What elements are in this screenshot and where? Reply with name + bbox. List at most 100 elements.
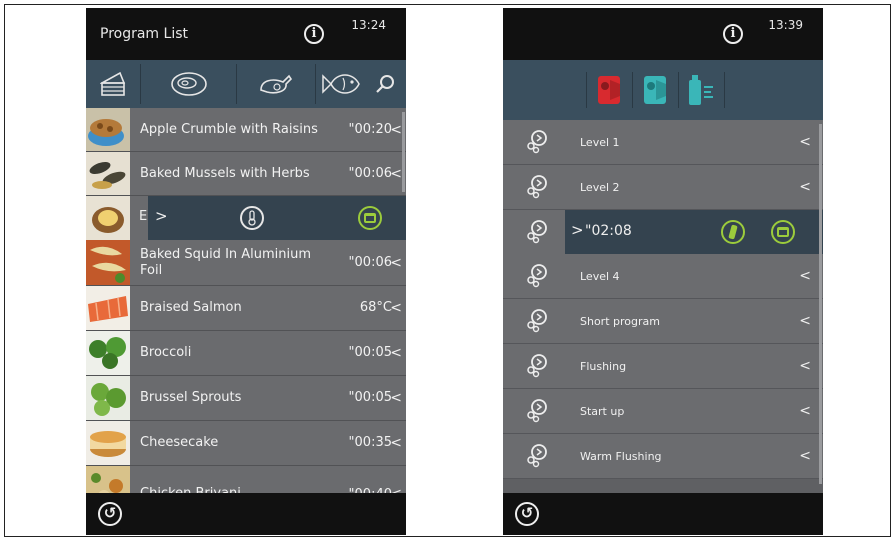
list-item[interactable]: Baked Squid In Aluminium Foil "00:06 < (86, 240, 406, 286)
chevron-left-icon: < (799, 313, 811, 329)
oven-icon (777, 227, 789, 237)
item-name: Warm Flushing (580, 449, 662, 463)
cleaning-program-icon (527, 264, 547, 288)
oven-icon (364, 213, 376, 223)
core-probe-button[interactable] (240, 206, 264, 230)
item-name: Short program (580, 314, 660, 328)
dish-thumbnail (86, 196, 130, 240)
item-name: Cheesecake (140, 434, 219, 450)
list-item[interactable]: Braised Salmon 68°C < (86, 286, 406, 331)
list-item[interactable]: Flushing < (503, 344, 823, 389)
list-item[interactable]: Warm Flushing < (503, 434, 823, 479)
cleaning-program-icon (527, 220, 547, 244)
back-icon[interactable]: ↺ (98, 502, 122, 526)
chevron-left-icon: < (799, 448, 811, 464)
chevron-left-icon: < (799, 134, 811, 150)
tablet-button[interactable] (721, 220, 745, 244)
dish-thumbnail (86, 240, 130, 285)
chevron-left-icon: < (390, 165, 402, 182)
item-name: Start up (580, 404, 625, 418)
cleaning-program-icon (527, 444, 547, 468)
tab-search[interactable] (366, 60, 406, 108)
item-name: Braised Salmon (140, 299, 242, 315)
chevron-left-icon: < (799, 179, 811, 195)
bottom-bar: ↺ (503, 493, 823, 535)
back-icon[interactable]: ↺ (515, 502, 539, 526)
item-time: 68°C (359, 300, 392, 315)
cleaning-tablet-icon (728, 224, 738, 240)
list-item[interactable]: Cheesecake "00:35 < (86, 421, 406, 466)
list-item[interactable]: Broccoli "00:05 < (86, 331, 406, 376)
selected-list-item[interactable]: E > (86, 196, 406, 240)
item-time: "00:05 (348, 345, 392, 360)
chevron-left-icon: < (390, 434, 402, 451)
tab-poultry[interactable] (237, 60, 315, 108)
item-time: "00:06 (348, 166, 392, 181)
chevron-left-icon: < (390, 344, 402, 361)
list-item[interactable]: Level 2 < (503, 165, 823, 210)
search-icon (376, 75, 394, 93)
bottom-bar: ↺ (86, 493, 406, 535)
selected-list-item[interactable]: > "02:08 (503, 210, 823, 254)
thermometer-icon (248, 210, 256, 226)
list-item[interactable]: Brussel Sprouts "00:05 < (86, 376, 406, 421)
list-item[interactable]: Short program < (503, 299, 823, 344)
dish-thumbnail (86, 376, 130, 420)
tab-fish[interactable] (316, 60, 366, 108)
list-item[interactable]: Level 1 < (503, 120, 823, 165)
list-item[interactable]: Baked Mussels with Herbs "00:06 < (86, 152, 406, 196)
tab-rinse[interactable] (633, 70, 677, 110)
cleaning-program-icon (527, 399, 547, 423)
fish-icon (322, 74, 360, 94)
program-duration: "02:08 (585, 223, 632, 239)
scrollbar[interactable] (402, 112, 405, 192)
list-item[interactable]: Level 4 < (503, 254, 823, 299)
info-icon[interactable]: i (304, 24, 324, 44)
item-name: Baked Mussels with Herbs (140, 165, 310, 181)
dish-thumbnail (86, 152, 130, 195)
steam-clean-icon (598, 76, 620, 104)
cleaning-program-icon (527, 354, 547, 378)
item-time: "00:20 (348, 122, 392, 137)
tab-descale[interactable] (679, 70, 723, 110)
clock: 13:39 (768, 18, 803, 32)
dish-thumbnail (86, 421, 130, 465)
item-name: Brussel Sprouts (140, 389, 242, 405)
cleaning-program-screen: i 13:39 Level 1 < Level 2 < > "02:08 Lev… (503, 8, 823, 535)
scrollbar[interactable] (819, 124, 822, 484)
expand-arrow[interactable]: > (571, 221, 584, 239)
expand-arrow[interactable]: > (155, 207, 168, 225)
item-name: Apple Crumble with Raisins (140, 121, 318, 137)
item-name: Level 4 (580, 269, 620, 283)
tab-steam-clean[interactable] (587, 70, 631, 110)
item-name: E (139, 209, 148, 224)
rinse-icon (644, 76, 666, 104)
chevron-left-icon: < (799, 268, 811, 284)
cleaning-mode-tabs (503, 60, 823, 120)
item-time: "00:35 (348, 435, 392, 450)
start-button[interactable] (358, 206, 382, 230)
item-name: Level 1 (580, 135, 620, 149)
program-list-screen: Program List i 13:24 Apple Crumble with … (86, 8, 406, 535)
item-name: Level 2 (580, 180, 620, 194)
category-tabs (86, 60, 406, 108)
chevron-left-icon: < (390, 254, 402, 271)
top-bar: Program List i 13:24 (86, 8, 406, 60)
item-name: Broccoli (140, 344, 192, 360)
tab-meat[interactable] (141, 60, 236, 108)
item-time: "00:06 (348, 255, 392, 270)
cleaning-program-icon (527, 130, 547, 154)
dish-thumbnail (86, 108, 130, 151)
tab-cakes[interactable] (86, 60, 140, 108)
poultry-icon (260, 74, 293, 94)
chevron-left-icon: < (799, 358, 811, 374)
cake-icon (100, 71, 126, 96)
clock: 13:24 (351, 18, 386, 32)
page-title: Program List (100, 26, 188, 42)
start-button[interactable] (771, 220, 795, 244)
list-item[interactable]: Apple Crumble with Raisins "00:20 < (86, 108, 406, 152)
info-icon[interactable]: i (723, 24, 743, 44)
chevron-left-icon: < (799, 403, 811, 419)
item-time: "00:05 (348, 390, 392, 405)
list-item[interactable]: Start up < (503, 389, 823, 434)
